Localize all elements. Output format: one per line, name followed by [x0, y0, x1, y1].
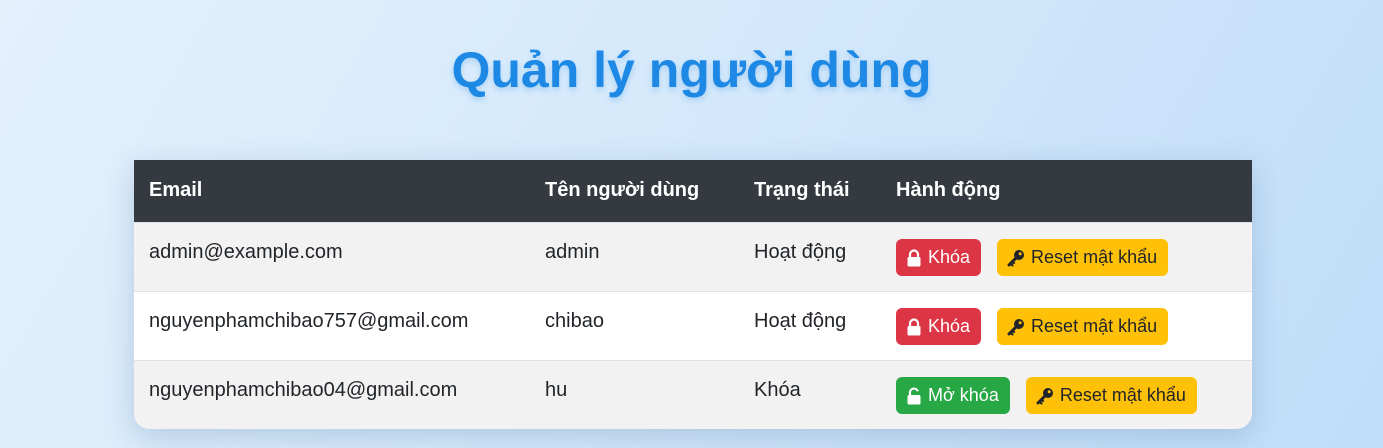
users-table-container: Email Tên người dùng Trạng thái Hành độn… — [134, 160, 1252, 429]
lock-button-label: Khóa — [928, 316, 971, 336]
lock-icon — [906, 317, 922, 336]
lock-button-label: Khóa — [928, 247, 971, 267]
page-title: Quản lý người dùng — [451, 42, 932, 98]
table-header: Email Tên người dùng Trạng thái Hành độn… — [134, 160, 1252, 222]
unlock-icon — [906, 387, 922, 405]
key-icon — [1007, 249, 1025, 267]
column-header-username: Tên người dùng — [545, 179, 700, 202]
actions-cell: Khóa Reset mật khẩu — [881, 291, 1252, 360]
lock-button[interactable]: Khóa — [896, 308, 982, 345]
table-row: admin@example.com admin Hoạt động Khóa R… — [134, 222, 1252, 291]
unlock-button-label: Mở khóa — [928, 385, 999, 406]
email-cell: admin@example.com — [149, 241, 343, 263]
lock-icon — [906, 248, 922, 267]
reset-password-button[interactable]: Reset mật khẩu — [997, 308, 1169, 345]
email-cell: nguyenphamchibao04@gmail.com — [149, 379, 458, 402]
lock-button[interactable]: Khóa — [896, 239, 982, 276]
column-header-status: Trạng thái — [754, 179, 850, 202]
table-header-row: Email Tên người dùng Trạng thái Hành độn… — [134, 160, 1252, 222]
column-header-email: Email — [149, 179, 203, 202]
unlock-button[interactable]: Mở khóa — [896, 377, 1010, 415]
users-table: Email Tên người dùng Trạng thái Hành độn… — [134, 160, 1252, 429]
key-icon — [1036, 387, 1054, 405]
email-cell: nguyenphamchibao757@gmail.com — [149, 310, 469, 332]
table-body: admin@example.com admin Hoạt động Khóa R… — [134, 222, 1252, 429]
column-header-actions: Hành động — [896, 179, 1001, 202]
reset-password-button-label: Reset mật khẩu — [1031, 247, 1158, 267]
reset-password-button[interactable]: Reset mật khẩu — [997, 239, 1169, 276]
username-cell: hu — [545, 379, 568, 402]
actions-cell: Khóa Reset mật khẩu — [881, 222, 1252, 291]
status-cell: Hoạt động — [754, 310, 847, 332]
reset-password-button[interactable]: Reset mật khẩu — [1025, 377, 1197, 415]
reset-password-button-label: Reset mật khẩu — [1031, 316, 1158, 336]
actions-cell: Mở khóa Reset mật khẩu — [881, 360, 1252, 429]
status-cell: Hoạt động — [754, 241, 847, 263]
key-icon — [1007, 318, 1025, 336]
username-cell: chibao — [545, 310, 604, 332]
reset-password-button-label: Reset mật khẩu — [1059, 385, 1186, 406]
table-row: nguyenphamchibao04@gmail.com hu Khóa Mở … — [134, 360, 1252, 429]
username-cell: admin — [545, 241, 600, 263]
table-row: nguyenphamchibao757@gmail.com chibao Hoạ… — [134, 291, 1252, 360]
status-cell: Khóa — [754, 379, 801, 402]
